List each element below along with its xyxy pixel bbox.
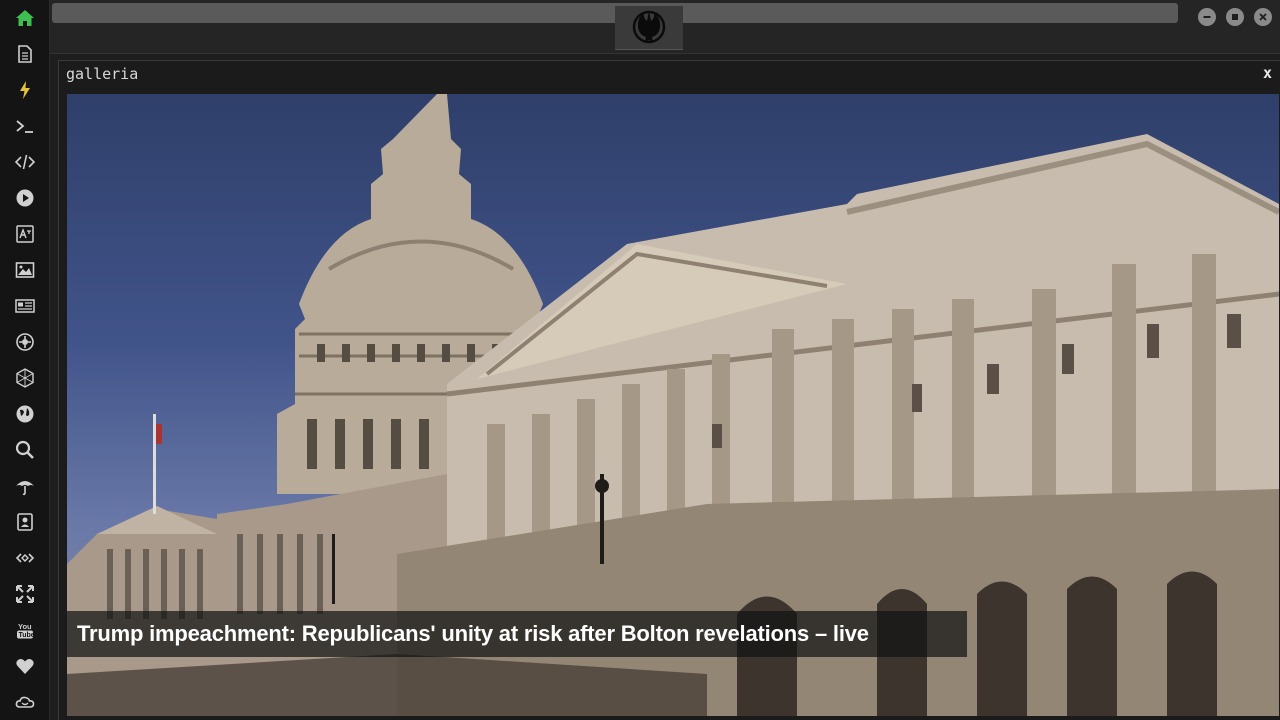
sidebar-item-search[interactable] xyxy=(11,436,39,464)
maximize-button[interactable] xyxy=(1226,8,1244,26)
sidebar-item-play[interactable] xyxy=(11,184,39,212)
sidebar-item-heart[interactable] xyxy=(11,652,39,680)
sidebar: You Tube xyxy=(0,0,50,720)
rebel-alliance-icon xyxy=(632,10,666,44)
cloud-icon xyxy=(15,696,35,708)
svg-text:You: You xyxy=(18,622,32,631)
umbrella-icon xyxy=(16,481,34,496)
galleria-window: galleria x Trump impeachment: Republican… xyxy=(58,60,1280,720)
sidebar-item-image[interactable] xyxy=(11,256,39,284)
sidebar-item-umbrella[interactable] xyxy=(11,472,39,500)
sidebar-item-hexagon[interactable] xyxy=(11,364,39,392)
svg-text:Tube: Tube xyxy=(19,632,35,639)
search-icon xyxy=(15,440,34,459)
sidebar-item-home[interactable] xyxy=(11,4,39,32)
image-icon xyxy=(15,262,35,278)
window-close-button[interactable]: x xyxy=(1263,64,1272,82)
globe-icon xyxy=(16,405,34,423)
sidebar-item-expand[interactable] xyxy=(11,580,39,608)
news-icon xyxy=(15,299,35,313)
close-icon xyxy=(1259,13,1267,21)
close-window-button[interactable] xyxy=(1254,8,1272,26)
window-title: galleria xyxy=(66,65,139,83)
rebel-alliance-logo-button[interactable] xyxy=(615,6,683,50)
translate-icon xyxy=(16,225,34,243)
sidebar-item-code[interactable] xyxy=(11,148,39,176)
sidebar-item-youtube[interactable]: You Tube xyxy=(11,616,39,644)
contact-icon xyxy=(17,513,33,531)
maximize-icon xyxy=(1232,14,1238,20)
sidebar-item-lightning[interactable] xyxy=(11,76,39,104)
terminal-icon xyxy=(16,120,33,133)
sidebar-item-settings[interactable] xyxy=(11,328,39,356)
gallery-image[interactable]: Trump impeachment: Republicans' unity at… xyxy=(67,94,1279,716)
minimize-button[interactable] xyxy=(1198,8,1216,26)
sidebar-item-terminal[interactable] xyxy=(11,112,39,140)
home-icon xyxy=(16,10,34,26)
minimize-icon xyxy=(1203,16,1211,18)
link-icon xyxy=(15,553,35,563)
lightning-icon xyxy=(20,81,30,99)
youtube-icon: YouTube xyxy=(17,622,35,639)
sidebar-item-globe[interactable] xyxy=(11,400,39,428)
sidebar-item-contact[interactable] xyxy=(11,508,39,536)
sidebar-item-document[interactable] xyxy=(11,40,39,68)
heart-icon xyxy=(16,659,34,674)
code-icon xyxy=(15,154,35,170)
hexagon-icon xyxy=(16,368,34,388)
sidebar-item-link[interactable] xyxy=(11,544,39,572)
sidebar-item-news[interactable] xyxy=(11,292,39,320)
top-bar xyxy=(50,0,1280,54)
sidebar-item-translate[interactable] xyxy=(11,220,39,248)
play-icon xyxy=(16,189,34,207)
expand-icon xyxy=(16,585,34,603)
sidebar-item-cloud[interactable] xyxy=(11,688,39,716)
document-icon xyxy=(18,45,32,63)
gallery-caption: Trump impeachment: Republicans' unity at… xyxy=(67,611,967,657)
settings-icon xyxy=(16,333,34,351)
